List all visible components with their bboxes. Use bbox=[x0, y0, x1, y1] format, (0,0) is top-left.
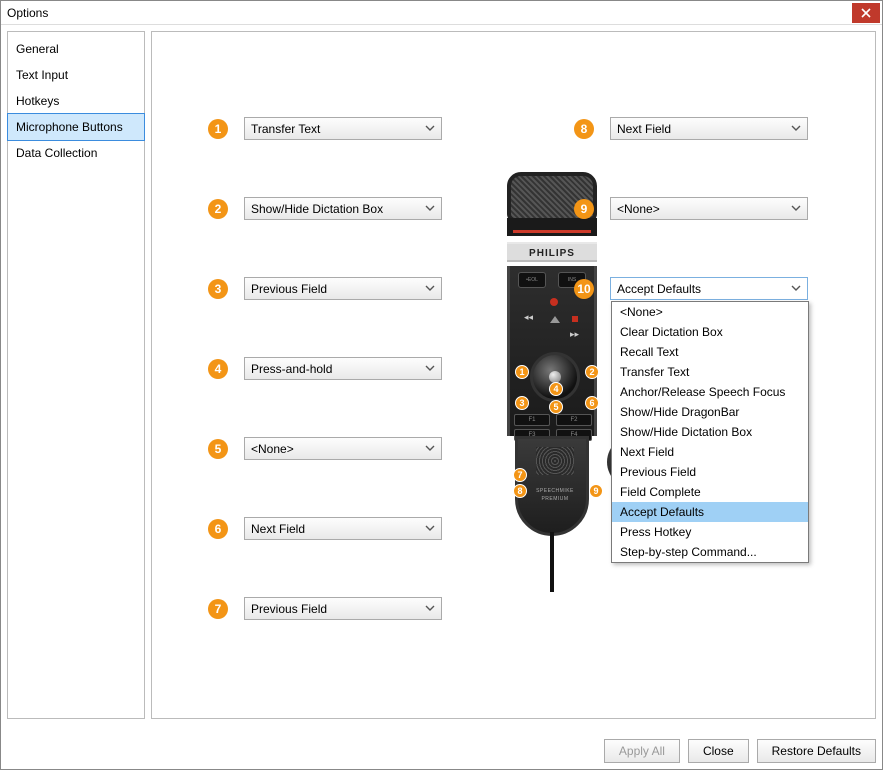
button-2-value: Show/Hide Dictation Box bbox=[251, 202, 383, 216]
assignment-row-9: 9 <None> bbox=[574, 197, 808, 220]
assignment-row-3: 3 Previous Field bbox=[208, 277, 442, 300]
dropdown-option[interactable]: Accept Defaults bbox=[612, 502, 808, 522]
restore-defaults-button[interactable]: Restore Defaults bbox=[757, 739, 876, 763]
button-5-value: <None> bbox=[251, 442, 294, 456]
button-2-combo[interactable]: Show/Hide Dictation Box bbox=[244, 197, 442, 220]
dropdown-option[interactable]: Next Field bbox=[612, 442, 808, 462]
sidebar-item-microphone-buttons[interactable]: Microphone Buttons bbox=[7, 113, 145, 141]
button-4-combo[interactable]: Press-and-hold bbox=[244, 357, 442, 380]
sidebar-item-general[interactable]: General bbox=[8, 36, 144, 62]
button-7-value: Previous Field bbox=[251, 602, 327, 616]
chevron-down-icon bbox=[791, 123, 801, 133]
chevron-down-icon bbox=[425, 203, 435, 213]
sidebar-item-text-input[interactable]: Text Input bbox=[8, 62, 144, 88]
button-8-combo[interactable]: Next Field bbox=[610, 117, 808, 140]
assignment-row-10: 10 Accept Defaults<None>Clear Dictation B… bbox=[574, 277, 808, 300]
content-panel: PHILIPS •EOL INS ◂◂ ▸▸ F1 F2 F3 F4 bbox=[151, 31, 876, 719]
button-10-dropdown: <None>Clear Dictation BoxRecall TextTran… bbox=[611, 301, 809, 563]
dropdown-option[interactable]: Recall Text bbox=[612, 342, 808, 362]
assignment-row-1: 1 Transfer Text bbox=[208, 117, 442, 140]
sidebar: GeneralText InputHotkeysMicrophone Butto… bbox=[7, 31, 145, 719]
button-6-value: Next Field bbox=[251, 522, 305, 536]
badge-5: 5 bbox=[208, 439, 228, 459]
dropdown-option[interactable]: Field Complete bbox=[612, 482, 808, 502]
badge-1: 1 bbox=[208, 119, 228, 139]
button-3-combo[interactable]: Previous Field bbox=[244, 277, 442, 300]
chevron-down-icon bbox=[425, 363, 435, 373]
chevron-down-icon bbox=[425, 603, 435, 613]
chevron-down-icon bbox=[425, 443, 435, 453]
dropdown-option[interactable]: Show/Hide DragonBar bbox=[612, 402, 808, 422]
badge-6: 6 bbox=[208, 519, 228, 539]
sidebar-item-hotkeys[interactable]: Hotkeys bbox=[8, 88, 144, 114]
dropdown-option[interactable]: Press Hotkey bbox=[612, 522, 808, 542]
badge-4: 4 bbox=[208, 359, 228, 379]
badge-9: 9 bbox=[574, 199, 594, 219]
badge-8: 8 bbox=[574, 119, 594, 139]
assignment-row-8: 8 Next Field bbox=[574, 117, 808, 140]
button-9-value: <None> bbox=[617, 202, 660, 216]
button-1-value: Transfer Text bbox=[251, 122, 320, 136]
assignment-row-7: 7 Previous Field bbox=[208, 597, 442, 620]
apply-all-button[interactable]: Apply All bbox=[604, 739, 680, 763]
dropdown-option[interactable]: Show/Hide Dictation Box bbox=[612, 422, 808, 442]
assignment-row-6: 6 Next Field bbox=[208, 517, 442, 540]
chevron-down-icon bbox=[791, 203, 801, 213]
button-10-value: Accept Defaults bbox=[617, 282, 701, 296]
button-4-value: Press-and-hold bbox=[251, 362, 332, 376]
dropdown-option[interactable]: Step-by-step Command... bbox=[612, 542, 808, 562]
close-icon[interactable] bbox=[852, 3, 880, 23]
button-1-combo[interactable]: Transfer Text bbox=[244, 117, 442, 140]
chevron-down-icon bbox=[425, 123, 435, 133]
dropdown-option[interactable]: Anchor/Release Speech Focus bbox=[612, 382, 808, 402]
assignment-row-2: 2 Show/Hide Dictation Box bbox=[208, 197, 442, 220]
dropdown-option[interactable]: Previous Field bbox=[612, 462, 808, 482]
sidebar-item-data-collection[interactable]: Data Collection bbox=[8, 140, 144, 166]
chevron-down-icon bbox=[425, 283, 435, 293]
assignment-row-5: 5 <None> bbox=[208, 437, 442, 460]
badge-3: 3 bbox=[208, 279, 228, 299]
window-title: Options bbox=[7, 6, 852, 20]
button-7-combo[interactable]: Previous Field bbox=[244, 597, 442, 620]
button-9-combo[interactable]: <None> bbox=[610, 197, 808, 220]
assignment-row-4: 4 Press-and-hold bbox=[208, 357, 442, 380]
button-6-combo[interactable]: Next Field bbox=[244, 517, 442, 540]
dropdown-option[interactable]: <None> bbox=[612, 302, 808, 322]
button-10-combo[interactable]: Accept Defaults<None>Clear Dictation Box… bbox=[610, 277, 808, 300]
footer-buttons: Apply All Close Restore Defaults bbox=[604, 739, 876, 763]
dropdown-option[interactable]: Clear Dictation Box bbox=[612, 322, 808, 342]
button-5-combo[interactable]: <None> bbox=[244, 437, 442, 460]
titlebar: Options bbox=[1, 1, 882, 25]
dropdown-option[interactable]: Transfer Text bbox=[612, 362, 808, 382]
chevron-down-icon bbox=[425, 523, 435, 533]
button-8-value: Next Field bbox=[617, 122, 671, 136]
badge-7: 7 bbox=[208, 599, 228, 619]
chevron-down-icon bbox=[791, 283, 801, 293]
mic-brand: PHILIPS bbox=[507, 242, 597, 262]
main-area: GeneralText InputHotkeysMicrophone Butto… bbox=[1, 25, 882, 725]
close-button[interactable]: Close bbox=[688, 739, 749, 763]
badge-2: 2 bbox=[208, 199, 228, 219]
badge-10: 10 bbox=[574, 279, 594, 299]
button-3-value: Previous Field bbox=[251, 282, 327, 296]
